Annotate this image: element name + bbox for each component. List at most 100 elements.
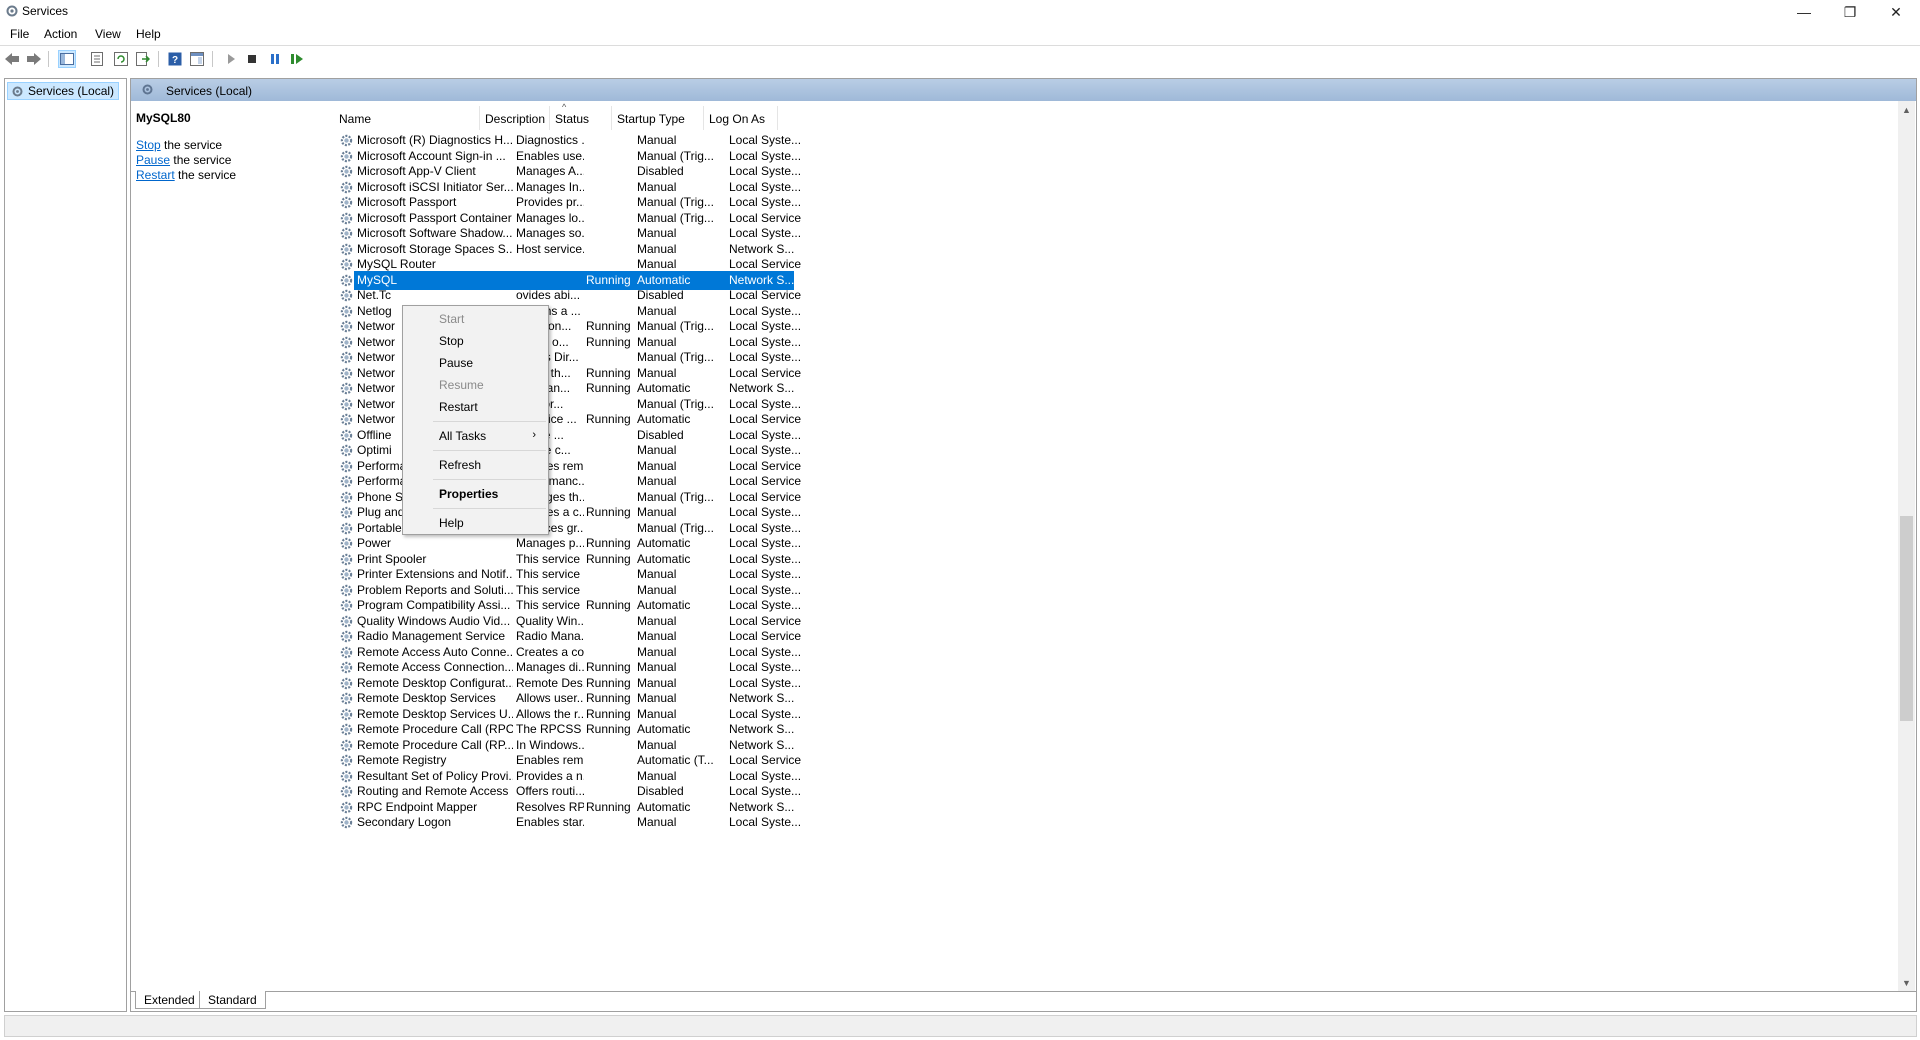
stop-service-link[interactable]: Stop xyxy=(136,138,161,152)
cell-name: Routing and Remote Access xyxy=(357,784,509,798)
help-icon[interactable]: ? xyxy=(166,50,184,68)
cell-log-on-as: Network S... xyxy=(729,272,795,287)
cell-startup-type: Manual xyxy=(637,474,677,488)
cell-log-on-as: Local Syste... xyxy=(729,334,802,349)
action-suffix: the service xyxy=(174,168,237,182)
cell-startup-type: Manual xyxy=(637,365,677,380)
pause-service-icon[interactable] xyxy=(266,50,284,68)
cell-log-on-as: Local Syste... xyxy=(729,133,802,147)
menu-file[interactable]: File xyxy=(10,27,29,41)
cell-startup-type: Manual (Trig... xyxy=(637,210,714,225)
column-header-name[interactable]: Name xyxy=(334,101,480,131)
context-menu-stop[interactable]: Stop xyxy=(405,330,546,352)
tab-extended[interactable]: Extended xyxy=(135,991,204,1009)
cell-name: Radio Management Service xyxy=(357,629,506,643)
cell-log-on-as: Local Service xyxy=(729,458,802,473)
properties-sheet-icon[interactable] xyxy=(88,50,106,68)
context-menu: Start Stop Pause Resume Restart All Task… xyxy=(402,305,549,535)
cell-startup-type: Manual xyxy=(637,179,677,194)
column-header-description[interactable]: Description xyxy=(480,101,550,131)
forward-arrow-icon[interactable] xyxy=(25,50,43,68)
context-menu-restart[interactable]: Restart xyxy=(405,396,546,418)
cell-log-on-as: Network S... xyxy=(729,381,795,395)
context-menu-separator xyxy=(433,421,546,422)
cell-log-on-as: Local Syste... xyxy=(729,319,802,333)
menu-action[interactable]: Action xyxy=(44,27,77,41)
cell-startup-type: Manual xyxy=(637,458,677,473)
cell-log-on-as: Local Syste... xyxy=(729,396,802,411)
console-tree-icon[interactable] xyxy=(58,50,76,68)
menu-view[interactable]: View xyxy=(95,27,121,41)
cell-log-on-as: Local Syste... xyxy=(729,784,802,798)
cell-startup-type: Manual xyxy=(637,241,677,256)
column-divider[interactable] xyxy=(777,106,778,130)
cell-name: Microsoft Account Sign-in ... xyxy=(357,148,506,163)
refresh-icon[interactable] xyxy=(112,50,130,68)
column-header-startup-type[interactable]: Startup Type xyxy=(612,101,704,131)
cell-name: Secondary Logon xyxy=(357,815,452,829)
cell-description: Enables use... xyxy=(516,148,584,163)
column-header-status[interactable]: Status xyxy=(550,101,612,131)
cell-name: Net.Tc xyxy=(357,288,392,302)
context-menu-separator xyxy=(433,450,546,451)
cell-log-on-as: Local Syste... xyxy=(729,148,802,163)
cell-startup-type: Automatic xyxy=(637,551,691,566)
cell-startup-type: Manual (Trig... xyxy=(637,396,714,411)
main-panel: Services (Local) MySQL80 Stop the servic… xyxy=(130,78,1917,1012)
close-button[interactable]: ✕ xyxy=(1873,0,1919,24)
cell-startup-type: Automatic xyxy=(637,722,691,736)
cell-description: Provides pr... xyxy=(516,195,584,209)
cell-description: Enables star... xyxy=(516,815,584,829)
cell-log-on-as: Network S... xyxy=(729,241,795,256)
restore-button[interactable]: ❐ xyxy=(1827,0,1873,24)
cell-startup-type: Manual xyxy=(637,226,677,240)
cell-name: Printer Extensions and Notif... xyxy=(357,567,513,581)
column-header-log-on-as[interactable]: Log On As xyxy=(704,101,778,131)
cell-description: Radio Mana... xyxy=(516,629,584,643)
cell-name: RPC Endpoint Mapper xyxy=(357,799,478,814)
column-header-label: Description xyxy=(485,112,546,126)
context-menu-pause[interactable]: Pause xyxy=(405,352,546,374)
services-gear-icon xyxy=(142,84,153,95)
cell-name: Remote Access Auto Conne... xyxy=(357,644,513,659)
pause-action-line: Pause the service xyxy=(136,153,336,168)
cell-log-on-as: Local Syste... xyxy=(729,706,802,721)
context-menu-properties[interactable]: Properties xyxy=(405,483,546,505)
cell-name: Remote Desktop Configurat... xyxy=(357,675,513,690)
tree-item-services-local[interactable]: Services (Local) xyxy=(7,82,120,100)
cell-description: Allows user... xyxy=(516,691,584,705)
export-list-icon[interactable] xyxy=(134,50,152,68)
context-menu-refresh[interactable]: Refresh xyxy=(405,454,546,476)
context-menu-all-tasks[interactable]: All Tasks › xyxy=(405,425,546,447)
cell-startup-type: Manual xyxy=(637,582,677,597)
cell-startup-type: Disabled xyxy=(637,164,684,178)
cell-description: This service ... xyxy=(516,598,584,612)
cell-startup-type: Manual xyxy=(637,768,677,783)
cell-startup-type: Automatic xyxy=(637,412,691,426)
scroll-up-arrow-icon[interactable]: ▲ xyxy=(1898,101,1915,118)
restart-service-icon[interactable] xyxy=(288,50,306,68)
vertical-scrollbar[interactable]: ▲ ▼ xyxy=(1898,101,1915,991)
cell-name: Microsoft Software Shadow... xyxy=(357,226,513,240)
show-hide-action-pane-icon[interactable] xyxy=(188,50,206,68)
scrollbar-thumb[interactable] xyxy=(1900,516,1913,721)
context-menu-separator xyxy=(433,508,546,509)
cell-name: Remote Registry xyxy=(357,753,447,767)
cell-description: Provides a n... xyxy=(516,768,584,783)
minimize-button[interactable]: — xyxy=(1781,0,1827,24)
context-menu-help[interactable]: Help xyxy=(405,512,546,534)
cell-startup-type: Automatic xyxy=(637,381,691,395)
menu-help[interactable]: Help xyxy=(136,27,161,41)
toolbar: ? xyxy=(0,45,1920,71)
back-arrow-icon[interactable] xyxy=(3,50,21,68)
cell-startup-type: Manual (Trig... xyxy=(637,520,714,535)
cell-log-on-as: Network S... xyxy=(729,737,795,752)
cell-log-on-as: Local Syste... xyxy=(729,551,802,566)
scroll-down-arrow-icon[interactable]: ▼ xyxy=(1898,974,1915,991)
table-row[interactable]: Secondary Logon Enables star... Manual Loca… xyxy=(334,813,1896,832)
stop-service-icon[interactable] xyxy=(243,50,261,68)
restart-service-link[interactable]: Restart xyxy=(136,168,175,182)
pause-service-link[interactable]: Pause xyxy=(136,153,170,167)
start-service-icon[interactable] xyxy=(222,50,240,68)
tab-standard[interactable]: Standard xyxy=(199,991,266,1009)
